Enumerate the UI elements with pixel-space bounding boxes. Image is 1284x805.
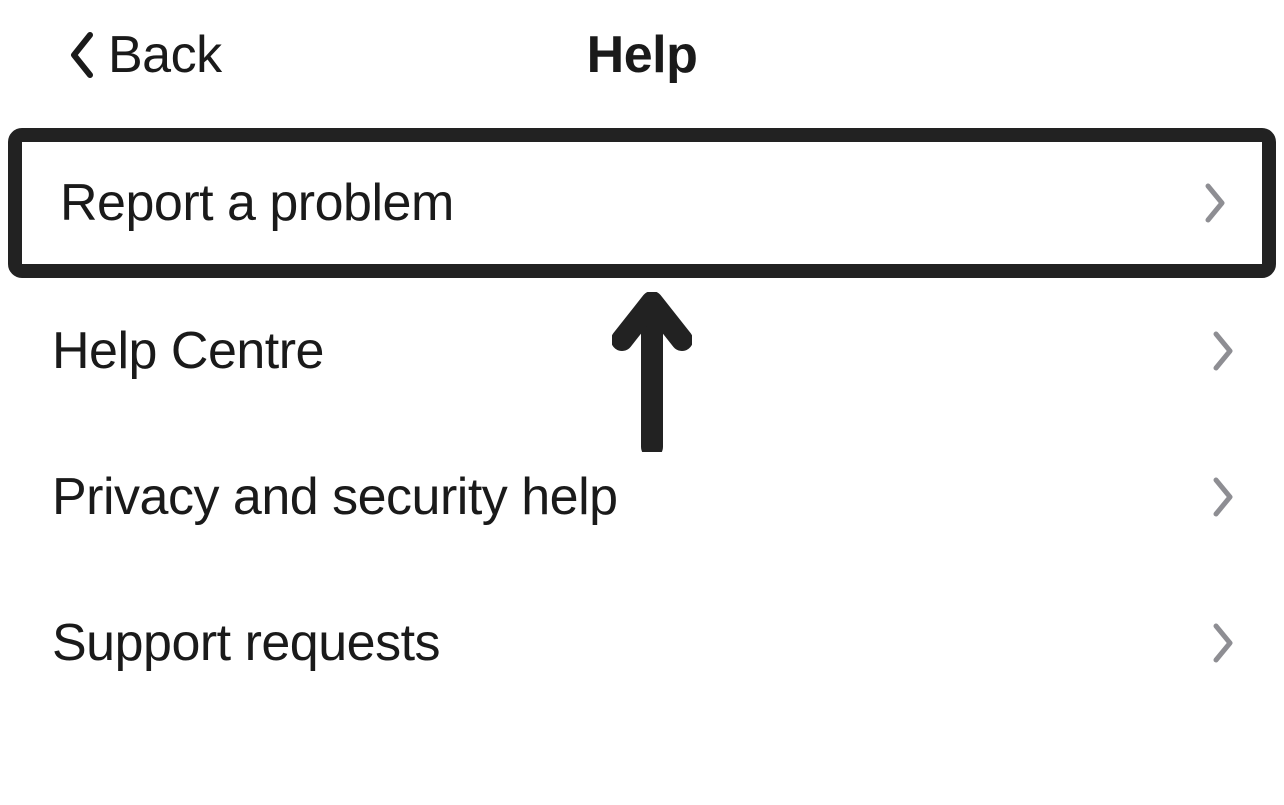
back-label: Back — [108, 25, 222, 85]
menu-item-label: Help Centre — [52, 321, 324, 381]
chevron-right-icon — [1204, 182, 1228, 224]
menu-item-label: Privacy and security help — [52, 467, 618, 527]
chevron-right-icon — [1212, 330, 1236, 372]
help-menu-list: Report a problem Help Centre Privacy and… — [0, 128, 1284, 716]
menu-item-support-requests[interactable]: Support requests — [0, 570, 1284, 716]
menu-item-report-problem[interactable]: Report a problem — [8, 128, 1276, 278]
chevron-right-icon — [1212, 476, 1236, 518]
menu-item-label: Report a problem — [60, 173, 454, 233]
menu-item-help-centre[interactable]: Help Centre — [0, 278, 1284, 424]
back-button[interactable]: Back — [20, 25, 222, 85]
chevron-left-icon — [68, 31, 96, 79]
chevron-right-icon — [1212, 622, 1236, 664]
page-title: Help — [587, 25, 698, 85]
header: Back Help — [0, 0, 1284, 110]
menu-item-privacy-security[interactable]: Privacy and security help — [0, 424, 1284, 570]
menu-item-label: Support requests — [52, 613, 440, 673]
